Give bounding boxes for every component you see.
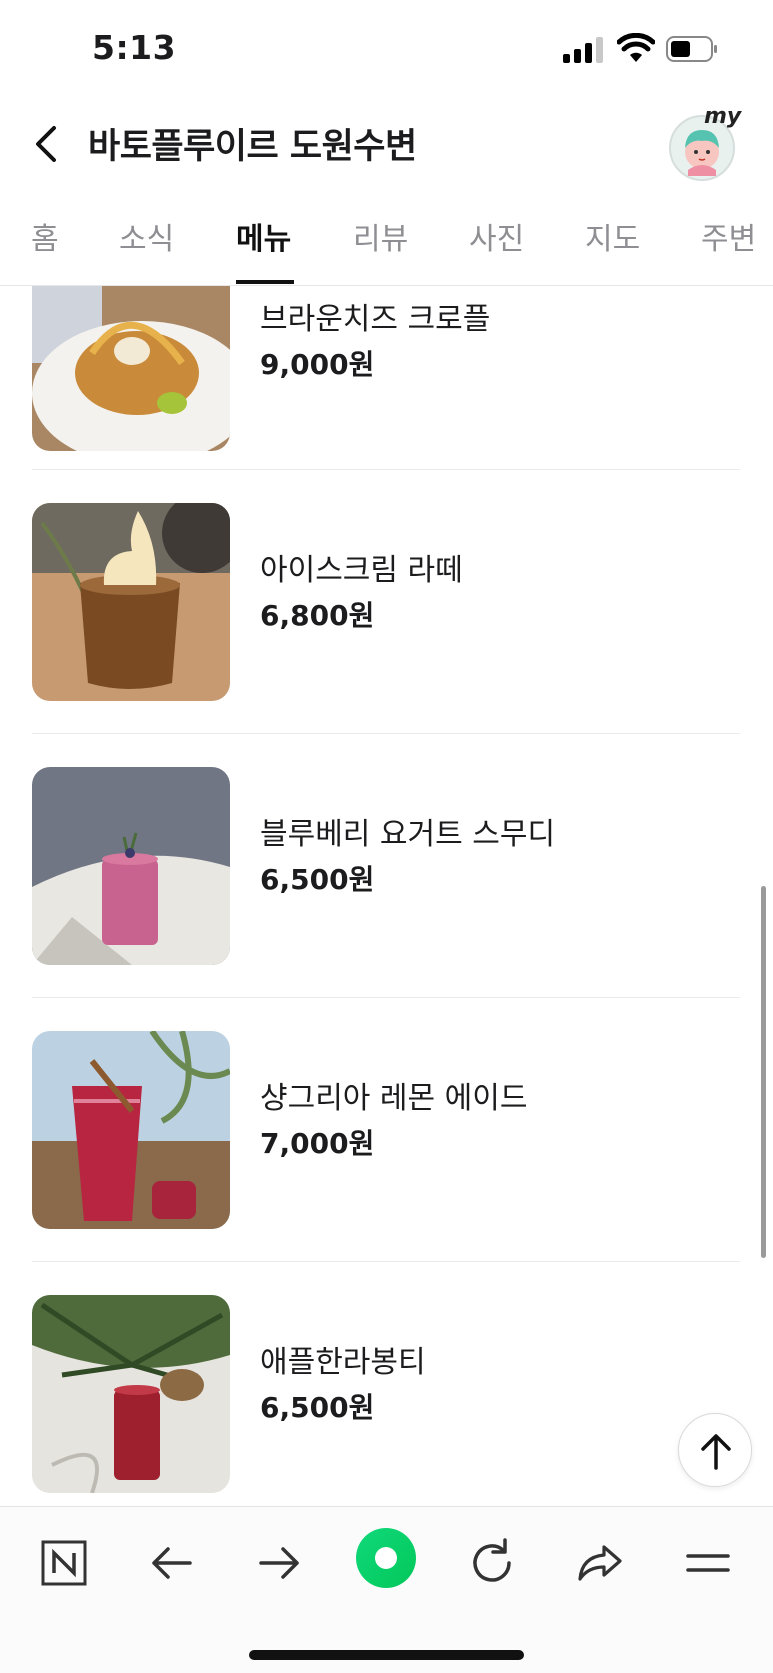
menu-item-name: 브라운치즈 크로플 [260, 302, 491, 337]
wifi-icon [617, 33, 655, 62]
status-time: 5:13 [92, 28, 177, 67]
tab-photos[interactable]: 사진 [469, 214, 524, 258]
reload-icon[interactable] [462, 1533, 522, 1593]
page-title: 바토플루이르 도원수변 [88, 127, 417, 167]
green-dot-home-icon[interactable] [355, 1527, 417, 1589]
scroll-to-top-button[interactable] [678, 1413, 752, 1487]
avatar-badge-text: my [704, 104, 742, 129]
menu-item[interactable]: 브라운치즈 크로플 9,000원 [32, 286, 740, 470]
menu-item[interactable]: 아이스크림 라떼 6,800원 [32, 470, 740, 734]
battery-icon [666, 36, 717, 62]
share-icon[interactable] [570, 1533, 630, 1593]
menu-item-name: 샹그리아 레몬 에이드 [260, 1081, 528, 1116]
menu-item-price: 7,000원 [260, 1127, 375, 1160]
tab-reviews[interactable]: 리뷰 [353, 214, 408, 258]
sangria-lemonade-photo [32, 1031, 230, 1229]
tab-nearby[interactable]: 주변 [701, 214, 756, 258]
naver-logo-icon[interactable] [34, 1533, 94, 1593]
brown-cheese-croffle-photo [32, 286, 230, 451]
menu-item-price: 6,800원 [260, 599, 375, 632]
menu-icon[interactable] [678, 1533, 738, 1593]
menu-item-name: 애플한라봉티 [260, 1345, 426, 1380]
arrow-right-icon[interactable] [249, 1533, 309, 1593]
tab-menu[interactable]: 메뉴 [236, 214, 291, 258]
menu-item-price: 9,000원 [260, 348, 375, 381]
menu-item[interactable]: 블루베리 요거트 스무디 6,500원 [32, 734, 740, 998]
menu-item-price: 6,500원 [260, 863, 375, 896]
my-profile-button[interactable]: my [668, 104, 744, 182]
tab-home[interactable]: 홈 [31, 214, 59, 258]
menu-item-price: 6,500원 [260, 1391, 375, 1424]
bottom-toolbar [0, 1506, 773, 1673]
menu-item[interactable]: 애플한라봉티 6,500원 [32, 1262, 740, 1506]
tab-bar: 홈 소식 메뉴 리뷰 사진 지도 주변 [0, 196, 773, 286]
menu-list: 브라운치즈 크로플 9,000원 아이스크림 라떼 6,800원 블루베리 요거… [0, 286, 773, 1506]
home-indicator[interactable] [249, 1650, 524, 1660]
tab-news[interactable]: 소식 [119, 214, 174, 258]
menu-item-name: 아이스크림 라떼 [260, 553, 463, 588]
ice-cream-latte-photo [32, 503, 230, 701]
arrow-left-icon[interactable] [142, 1533, 202, 1593]
tab-map[interactable]: 지도 [585, 214, 640, 258]
cellular-signal-icon [563, 37, 605, 63]
menu-item[interactable]: 샹그리아 레몬 에이드 7,000원 [32, 998, 740, 1262]
arrow-up-icon [701, 1434, 731, 1470]
header: 바토플루이르 도원수변 my [0, 100, 773, 190]
apple-hallabong-tea-photo [32, 1295, 230, 1493]
scrollbar[interactable] [761, 886, 766, 1258]
blueberry-yogurt-smoothie-photo [32, 767, 230, 965]
back-arrow-icon[interactable] [26, 116, 66, 172]
active-tab-indicator [236, 280, 294, 284]
status-bar: 5:13 [0, 0, 773, 100]
menu-item-name: 블루베리 요거트 스무디 [260, 817, 556, 852]
